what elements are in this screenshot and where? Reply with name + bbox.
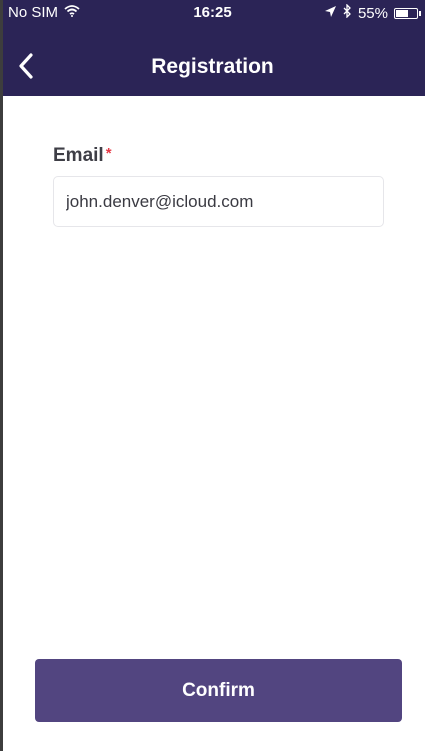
battery-percent: 55% xyxy=(357,4,388,22)
page-title: Registration xyxy=(151,55,274,78)
battery-icon xyxy=(394,7,418,19)
confirm-button[interactable]: Confirm xyxy=(35,659,402,722)
email-label-text: Email xyxy=(53,145,104,166)
status-right: 55% xyxy=(324,3,421,22)
battery-nub xyxy=(419,10,421,16)
status-bar: No SIM 16:25 55% xyxy=(0,0,425,24)
registration-form: Email* Confirm xyxy=(0,96,425,751)
battery-fill xyxy=(396,9,409,17)
registration-screen: No SIM 16:25 55% Registration Email * jo… xyxy=(0,0,425,751)
header: No SIM 16:25 55% Registration xyxy=(0,0,425,96)
required-marker: * xyxy=(105,145,112,162)
bluetooth-icon xyxy=(343,3,352,22)
email-label: Email * xyxy=(53,145,112,167)
nav-bar: Registration xyxy=(0,44,425,92)
email-field[interactable] xyxy=(53,176,384,227)
location-arrow-icon xyxy=(324,5,337,22)
